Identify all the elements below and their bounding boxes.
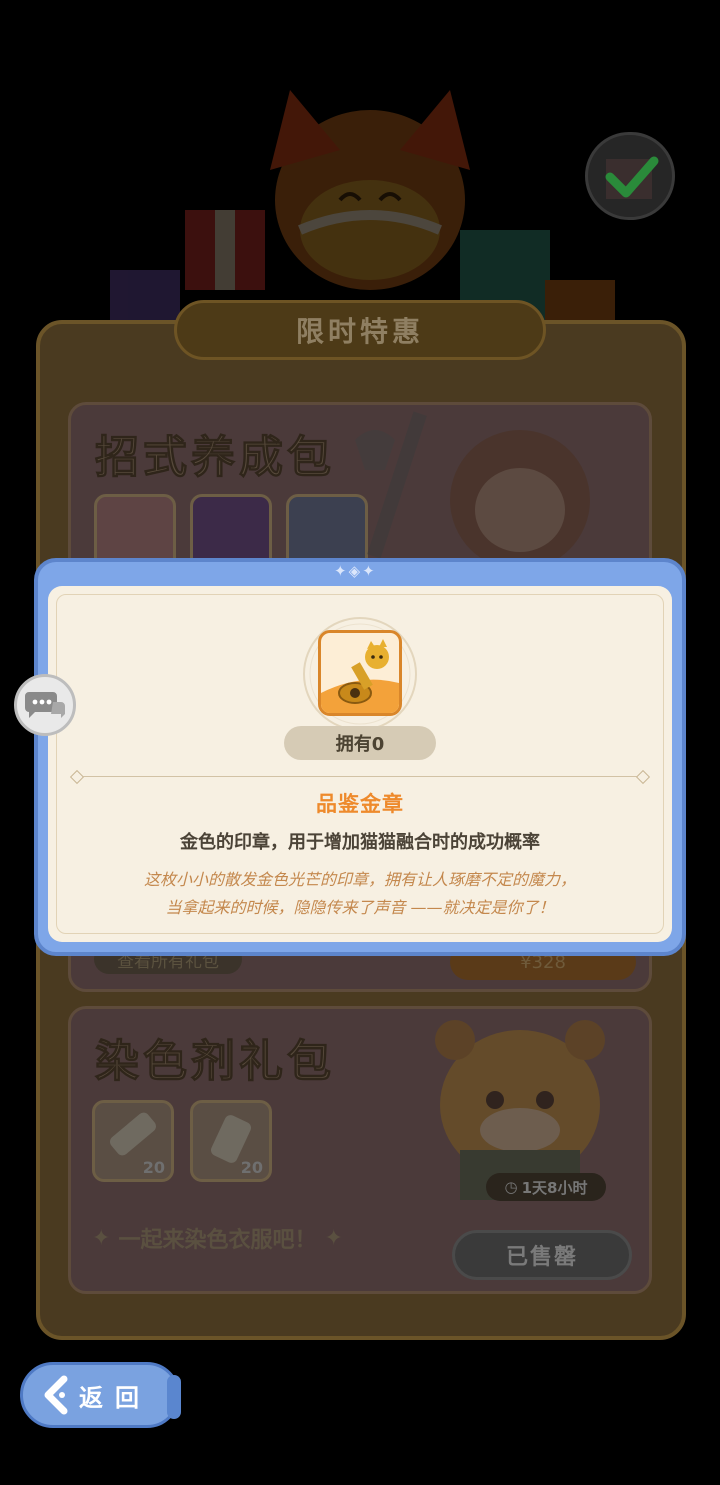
girl-character-illustration	[355, 411, 590, 560]
hamster-character-illustration	[435, 1020, 605, 1200]
skill-pack-title: 招式养成包	[95, 432, 335, 484]
sparkle-right-icon: ✦	[324, 1225, 343, 1251]
checkmark-icon	[605, 156, 659, 199]
timer-badge: ◷ 1天8小时	[486, 1173, 606, 1201]
flavor-line-1: 这枚小小的散发金色光芒的印章，拥有让人琢磨不定的魔力，	[143, 870, 576, 889]
item-icon-tile	[318, 630, 402, 716]
clock-icon: ◷	[504, 1178, 518, 1196]
item-flavor-text: 这枚小小的散发金色光芒的印章，拥有让人琢磨不定的魔力， 当拿起来的时候，隐隐传来…	[0, 866, 720, 922]
limited-offer-banner: 限时特惠	[174, 300, 546, 360]
back-button-tail	[167, 1375, 181, 1419]
gift-claimed-icon[interactable]	[585, 132, 675, 220]
dye-slot-1-count: 20	[142, 1158, 165, 1177]
dye-slogan: ✦ 一起来染色衣服吧！ ✦	[92, 1222, 343, 1254]
timer-text: 1天8小时	[521, 1178, 588, 1197]
back-arrow-icon	[41, 1373, 71, 1417]
dye-slot-2-count: 20	[240, 1158, 263, 1177]
dye-pack-title: 染色剂礼包	[95, 1036, 335, 1088]
golden-seal-icon	[321, 633, 399, 713]
flavor-line-2: 当拿起来的时候，隐隐传来了声音 ——就决定是你了！	[165, 898, 555, 917]
item-description: 金色的印章，用于增加猫猫融合时的成功概率	[180, 832, 540, 853]
owned-count-pill: 拥有0	[284, 726, 436, 760]
modal-divider	[76, 776, 644, 777]
dye-slot-1[interactable]: 20	[92, 1100, 174, 1182]
item-name: 品鉴金章	[316, 792, 404, 816]
back-button[interactable]: 返回	[20, 1362, 181, 1428]
chat-button[interactable]	[14, 674, 76, 736]
soldout-button: 已售罄	[452, 1230, 632, 1280]
dye-slot-2[interactable]: 20	[190, 1100, 272, 1182]
slogan-text: 一起来染色衣服吧！	[118, 1228, 317, 1253]
modal-gem-ornament-icon: ✦◈✦	[334, 562, 377, 580]
back-label: 返回	[79, 1383, 151, 1412]
chat-bubble-icon	[25, 692, 65, 718]
sparkle-left-icon: ✦	[92, 1225, 111, 1251]
banner-title: 限时特惠	[295, 315, 424, 348]
